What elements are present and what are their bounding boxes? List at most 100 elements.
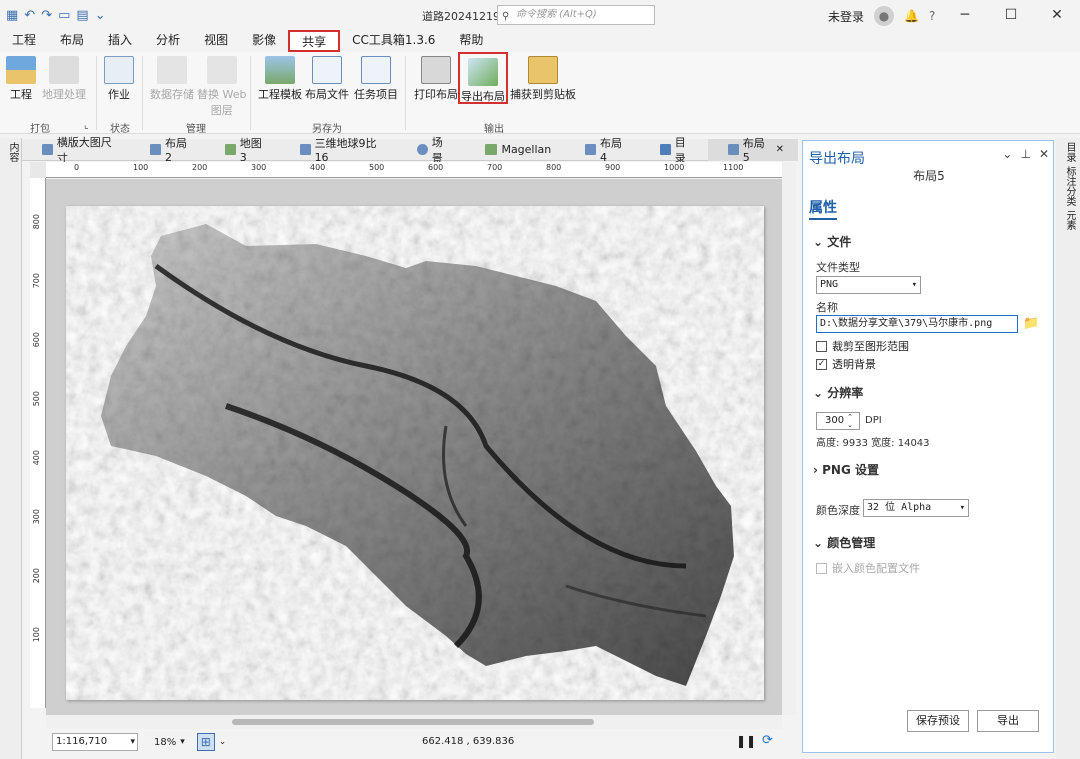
project-template-button[interactable]: 工程模板 <box>258 56 302 102</box>
layout-settings-icon[interactable]: ▤ <box>76 8 88 23</box>
print-layout-button[interactable]: 打印布局 <box>414 56 458 102</box>
capture-to-clipboard-button[interactable]: 捕获到剪贴板 <box>510 56 576 102</box>
contents-rail[interactable]: 内容 <box>0 138 22 759</box>
maximize-button[interactable]: ☐ <box>988 0 1034 30</box>
chevron-down-icon: ⌄ <box>813 386 828 400</box>
pause-drawing-icon[interactable]: ❚❚ <box>736 734 756 748</box>
save-preset-button[interactable]: 保存预设 <box>907 710 969 732</box>
layout-page[interactable] <box>66 206 764 700</box>
task-item-button[interactable]: 任务项目 <box>354 56 398 102</box>
horizontal-scrollbar[interactable] <box>46 715 782 729</box>
project-template-icon <box>265 56 295 84</box>
ribbon-tab-analysis[interactable]: 分析 <box>144 30 192 52</box>
scale-dropdown[interactable]: 1:116,710 <box>52 733 138 751</box>
properties-tab[interactable]: 属性 <box>809 197 837 220</box>
ribbon-tab-imagery[interactable]: 影像 <box>240 30 288 52</box>
data-store-button: 数据存储 <box>150 56 194 102</box>
zoom-dropdown[interactable]: 18% <box>154 737 176 748</box>
project-package-button[interactable]: 工程 <box>6 56 36 102</box>
ruler-h-tick: 1100 <box>723 163 744 172</box>
rail-tab-label-classes[interactable]: 标注分类 <box>1062 166 1077 206</box>
transparent-background-checkbox[interactable]: ✓ 透明背景 <box>816 356 876 372</box>
close-button[interactable]: ✕ <box>1034 0 1080 30</box>
layout-canvas[interactable] <box>46 179 782 715</box>
job-icon <box>104 56 134 84</box>
dialog-launcher-icon[interactable]: ⌞ <box>84 120 89 131</box>
zoom-chevron-icon[interactable]: ▾ <box>180 737 185 747</box>
redo-icon[interactable]: ↷ <box>41 8 52 23</box>
tab-map3[interactable]: 地图3 <box>205 137 280 164</box>
horizontal-scroll-thumb[interactable] <box>232 719 594 725</box>
ruler-corner <box>30 162 46 178</box>
ruler-v-tick: 800 <box>32 214 41 230</box>
group-label-output: 输出 <box>484 124 504 135</box>
layout-file-button[interactable]: 布局文件 <box>305 56 349 102</box>
pin-icon[interactable]: ⊥ <box>1020 147 1030 161</box>
export-layout-icon <box>468 58 498 86</box>
tab-magellan[interactable]: Magellan <box>465 139 565 161</box>
data-store-icon <box>157 56 187 84</box>
command-search-input[interactable]: ⚲ 命令搜索 (Alt+Q) <box>497 5 655 25</box>
tab-scene[interactable]: 场景 <box>397 136 465 165</box>
snapping-chevron-icon[interactable]: ⌄ <box>219 737 227 747</box>
vertical-scrollbar[interactable] <box>782 162 796 715</box>
command-search-placeholder: 命令搜索 (Alt+Q) <box>516 9 597 20</box>
tab-layout5[interactable]: 布局5 ✕ <box>708 137 799 164</box>
ribbon-tab-layout[interactable]: 布局 <box>48 30 96 52</box>
notification-bell-icon[interactable]: 🔔 <box>904 9 919 23</box>
chevron-right-icon: › <box>813 463 823 477</box>
horizontal-ruler: 0 100 200 300 400 500 600 700 800 900 1000 1100 <box>46 162 782 178</box>
rail-tab-elements[interactable]: 元素 <box>1062 210 1077 230</box>
avatar[interactable]: ● <box>874 6 895 26</box>
file-section-header[interactable]: ⌄ 文件 <box>813 233 851 250</box>
geoprocessing-icon <box>49 56 79 84</box>
ribbon-tab-help[interactable]: 帮助 <box>447 30 495 52</box>
printer-icon <box>421 56 451 84</box>
ribbon-tab-project[interactable]: 工程 <box>0 30 48 52</box>
undo-icon[interactable]: ↶ <box>24 8 35 23</box>
clip-to-graphics-checkbox[interactable]: 裁剪至图形范围 <box>816 338 909 354</box>
ribbon-tab-insert[interactable]: 插入 <box>96 30 144 52</box>
app-icon: ▦ <box>6 7 19 23</box>
customize-dropdown-icon[interactable]: ⌄ <box>95 8 106 23</box>
job-button[interactable]: 作业 <box>104 56 134 102</box>
ribbon-tab-share[interactable]: 共享 <box>288 30 341 52</box>
embed-color-profile-checkbox: 嵌入颜色配置文件 <box>816 560 920 576</box>
pane-close-icon[interactable]: ✕ <box>1039 147 1049 161</box>
ruler-h-tick: 800 <box>546 163 562 172</box>
ribbon-tab-view[interactable]: 视图 <box>192 30 240 52</box>
tab-layout4[interactable]: 布局4 <box>565 137 640 164</box>
status-bar: 1:116,710 18% ▾ ⊞ ⌄ 662.418 , 639.836 ❚❚… <box>22 729 798 755</box>
replace-web-layer-icon <box>206 56 237 84</box>
tab-layout2[interactable]: 布局2 <box>130 137 205 164</box>
close-tab-icon[interactable]: ✕ <box>776 144 784 155</box>
sign-in-status[interactable]: 未登录 <box>828 8 864 25</box>
ribbon: 工程 地理处理 打包 ⌞ 作业 状态 数据存储 替换 Web 图层 管理 工程模… <box>0 52 1080 135</box>
file-type-select[interactable]: PNG <box>816 276 921 294</box>
image-dimensions: 高度: 9933 宽度: 14043 <box>816 438 930 449</box>
tab-catalog[interactable]: 目录 <box>640 136 708 165</box>
file-name-input[interactable]: D:\数据分享文章\379\马尔康市.png <box>816 315 1018 333</box>
dpi-stepper[interactable]: 300 <box>816 412 860 430</box>
layout-icon <box>299 144 311 155</box>
export-button[interactable]: 导出 <box>977 710 1039 732</box>
export-layout-button[interactable]: 导出布局 <box>458 52 508 104</box>
snapping-icon[interactable]: ⊞ <box>196 733 215 751</box>
ruler-h-tick: 700 <box>487 163 503 172</box>
png-settings-section-header[interactable]: › PNG 设置 <box>813 461 879 478</box>
export-layout-pane: 导出布局 ⌄ ⊥ ✕ 布局5 属性 ⌄ 文件 文件类型 PNG 名称 D:\数据… <box>802 140 1054 753</box>
color-depth-select[interactable]: 32 位 Alpha <box>863 499 969 517</box>
minimize-button[interactable]: ─ <box>942 0 988 30</box>
help-icon[interactable]: ? <box>929 9 935 23</box>
pane-options-chevron-icon[interactable]: ⌄ <box>1002 147 1012 161</box>
rail-tab-catalog[interactable]: 目录 <box>1062 142 1077 162</box>
resolution-section-header[interactable]: ⌄ 分辨率 <box>813 384 863 401</box>
folder-icon[interactable]: 📁 <box>1023 316 1039 331</box>
color-management-section-header[interactable]: ⌄ 颜色管理 <box>813 534 875 551</box>
tab-globe[interactable]: 三维地球9比16 <box>280 137 397 164</box>
open-folder-icon[interactable]: ▭ <box>58 8 70 23</box>
ribbon-tab-cc-toolbox[interactable]: CC工具箱1.3.6 <box>340 30 447 52</box>
refresh-icon[interactable]: ⟳ <box>762 733 773 748</box>
tab-landscape-size[interactable]: 横版大图尺寸 <box>22 136 130 165</box>
ruler-h-tick: 600 <box>428 163 444 172</box>
